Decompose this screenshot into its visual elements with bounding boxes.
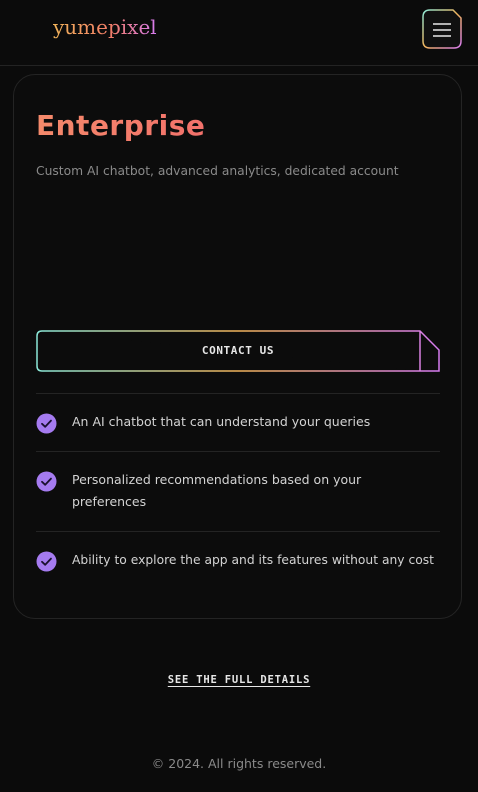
list-item: An AI chatbot that can understand your q… [36, 393, 440, 451]
check-circle-icon [36, 471, 57, 492]
pricing-card-enterprise: Enterprise Custom AI chatbot, advanced a… [13, 74, 462, 619]
plan-title: Enterprise [36, 109, 206, 142]
top-bar: yumepixel [0, 0, 478, 66]
footer-copyright: © 2024. All rights reserved. [151, 756, 327, 771]
feature-text: Personalized recommendations based on yo… [72, 472, 362, 509]
menu-button[interactable] [422, 9, 462, 49]
details-link-wrapper: SEE THE FULL DETAILS [0, 668, 478, 687]
check-circle-icon [36, 551, 57, 572]
see-full-details-link[interactable]: SEE THE FULL DETAILS [168, 674, 310, 686]
list-item: Ability to explore the app and its featu… [36, 531, 440, 589]
hamburger-menu-icon [422, 9, 462, 49]
feature-list: An AI chatbot that can understand your q… [36, 393, 440, 589]
contact-us-button[interactable]: CONTACT US [36, 330, 440, 372]
check-circle-icon [36, 413, 57, 434]
feature-text: Ability to explore the app and its featu… [72, 553, 434, 567]
logo[interactable]: yumepixel [53, 15, 157, 39]
contact-us-label: CONTACT US [201, 344, 275, 357]
feature-text: An AI chatbot that can understand your q… [72, 414, 371, 429]
list-item: Personalized recommendations based on yo… [36, 451, 440, 531]
plan-description: Custom AI chatbot, advanced analytics, d… [36, 164, 399, 178]
